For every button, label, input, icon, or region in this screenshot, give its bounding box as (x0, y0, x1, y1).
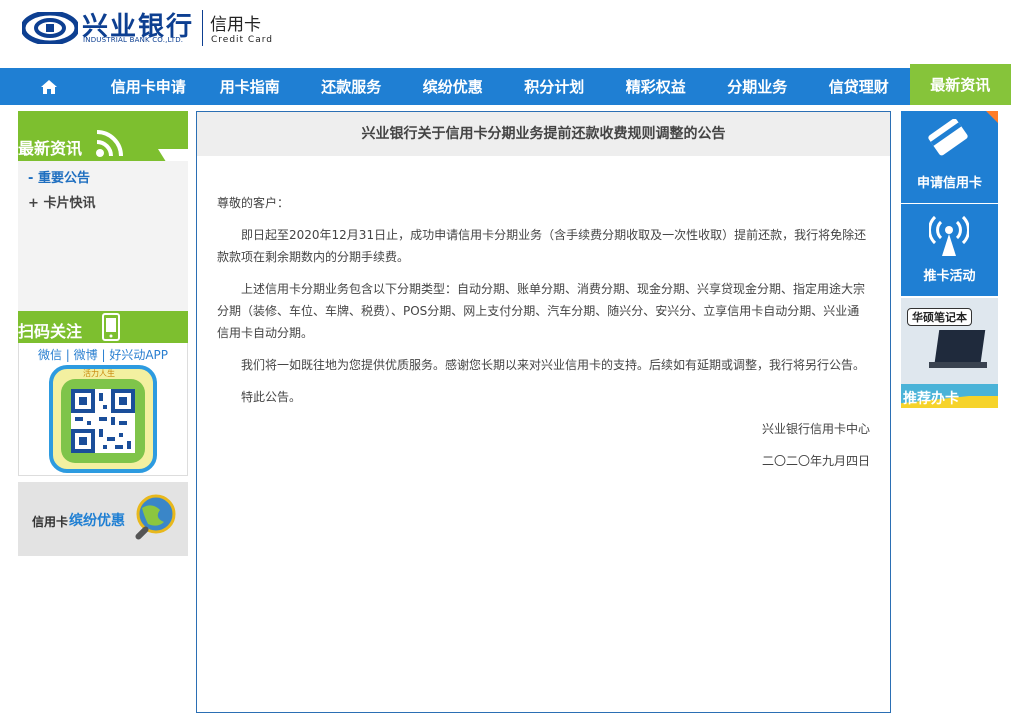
nav-finance[interactable]: 信贷理财 (808, 68, 910, 105)
sidebar-link-label: 卡片快讯 (43, 196, 96, 211)
laptop-icon (934, 330, 986, 362)
main-nav: 信用卡申请 用卡指南 还款服务 缤纷优惠 积分计划 精彩权益 分期业务 信贷理财… (0, 64, 1011, 105)
home-icon (40, 79, 57, 94)
right-rail: 申请信用卡 推卡活动 华硕笔记本 推荐办卡 (901, 111, 998, 408)
bank-logo-mark-icon (22, 12, 78, 44)
promo-highlight: 缤纷优惠 (69, 513, 125, 529)
sidebar-link-label: 重要公告 (37, 171, 90, 186)
follow-channels-text[interactable]: 微信 | 微博 | 好兴动APP (19, 343, 187, 363)
phone-icon (102, 313, 120, 341)
apply-card-button[interactable]: 申请信用卡 (901, 111, 998, 203)
promo-prefix: 信用卡 (32, 515, 69, 529)
sidebar-link-card-news[interactable]: + 卡片快讯 (18, 194, 188, 219)
scan-header: 扫码关注 (18, 311, 188, 343)
article-panel: 兴业银行关于信用卡分期业务提前还款收费规则调整的公告 尊敬的客户： 即日起至20… (196, 111, 891, 713)
nav-installment[interactable]: 分期业务 (707, 68, 809, 105)
site-header: 兴业银行 INDUSTRIAL BANK CO.,LTD. 信用卡 Credit… (0, 0, 1011, 68)
nav-card-guide[interactable]: 用卡指南 (199, 68, 301, 105)
nav-latest-news[interactable]: 最新资讯 (909, 64, 1011, 105)
nav-offers[interactable]: 缤纷优惠 (402, 68, 504, 105)
left-sidebar: 最新资讯 - 重要公告 + 卡片快讯 扫码关注 微信 | 微博 | 好兴动APP… (18, 111, 188, 556)
credit-card-title-en: Credit Card (211, 35, 273, 45)
qr-inner-frame (61, 379, 145, 463)
nav-card-apply[interactable]: 信用卡申请 (98, 68, 200, 105)
ad-bottom-text: 推荐办卡 (903, 391, 959, 407)
article-paragraph: 即日起至2020年12月31日止，成功申请信用卡分期业务（含手续费分期收取及一次… (217, 228, 867, 264)
article-greeting: 尊敬的客户： (217, 196, 290, 210)
ad-label: 华硕笔记本 (907, 308, 972, 326)
news-header: 最新资讯 (18, 111, 188, 161)
bank-logo[interactable]: 兴业银行 INDUSTRIAL BANK CO.,LTD. 信用卡 Credit… (22, 10, 272, 46)
qr-frame: 活力人生 (49, 365, 157, 473)
sidebar-link-important-notice[interactable]: - 重要公告 (18, 169, 188, 194)
scan-header-title: 扫码关注 (18, 322, 83, 341)
logo-divider (202, 10, 203, 46)
qr-follow-box: 微信 | 微博 | 好兴动APP 活力人生 (18, 343, 188, 476)
article-paragraph: 特此公告。 (241, 390, 302, 404)
article-date: 二〇二〇年九月四日 (761, 454, 870, 468)
laptop-base (929, 362, 987, 368)
nav-repayment[interactable]: 还款服务 (301, 68, 403, 105)
laptop-ad-banner[interactable]: 华硕笔记本 推荐办卡 (901, 298, 998, 408)
expand-marker: - (28, 171, 34, 186)
news-header-title: 最新资讯 (18, 139, 83, 158)
bank-name-en: INDUSTRIAL BANK CO.,LTD. (83, 36, 184, 44)
corner-ribbon (986, 111, 998, 123)
credit-card-icon (928, 119, 968, 156)
promote-card-label: 推卡活动 (923, 269, 976, 284)
article-paragraph: 我们将一如既往地为您提供优质服务。感谢您长期以来对兴业信用卡的支持。后续如有延期… (241, 358, 866, 372)
article-signature: 兴业银行信用卡中心 (761, 422, 870, 436)
apply-card-label: 申请信用卡 (916, 176, 982, 191)
article-title: 兴业银行关于信用卡分期业务提前还款收费规则调整的公告 (197, 112, 890, 156)
news-link-list: - 重要公告 + 卡片快讯 (18, 161, 188, 311)
nav-points[interactable]: 积分计划 (504, 68, 606, 105)
rss-icon (96, 130, 123, 157)
promote-card-button[interactable]: 推卡活动 (901, 204, 998, 296)
magnifier-globe-icon (135, 494, 176, 540)
nav-benefits[interactable]: 精彩权益 (605, 68, 707, 105)
news-header-tab (158, 149, 188, 161)
offers-promo-banner[interactable]: 信用卡 缤纷优惠 (18, 482, 188, 556)
credit-card-title-cn: 信用卡 (210, 15, 261, 35)
article-body: 尊敬的客户： 即日起至2020年12月31日止，成功申请信用卡分期业务（含手续费… (197, 156, 890, 472)
qr-code-icon (71, 389, 135, 453)
qr-badge: 活力人生 (83, 369, 115, 378)
nav-home[interactable] (0, 68, 98, 105)
article-paragraph: 上述信用卡分期业务包含以下分期类型：自动分期、账单分期、消费分期、现金分期、兴享… (217, 282, 866, 340)
expand-marker: + (28, 196, 39, 211)
broadcast-icon (929, 215, 969, 256)
